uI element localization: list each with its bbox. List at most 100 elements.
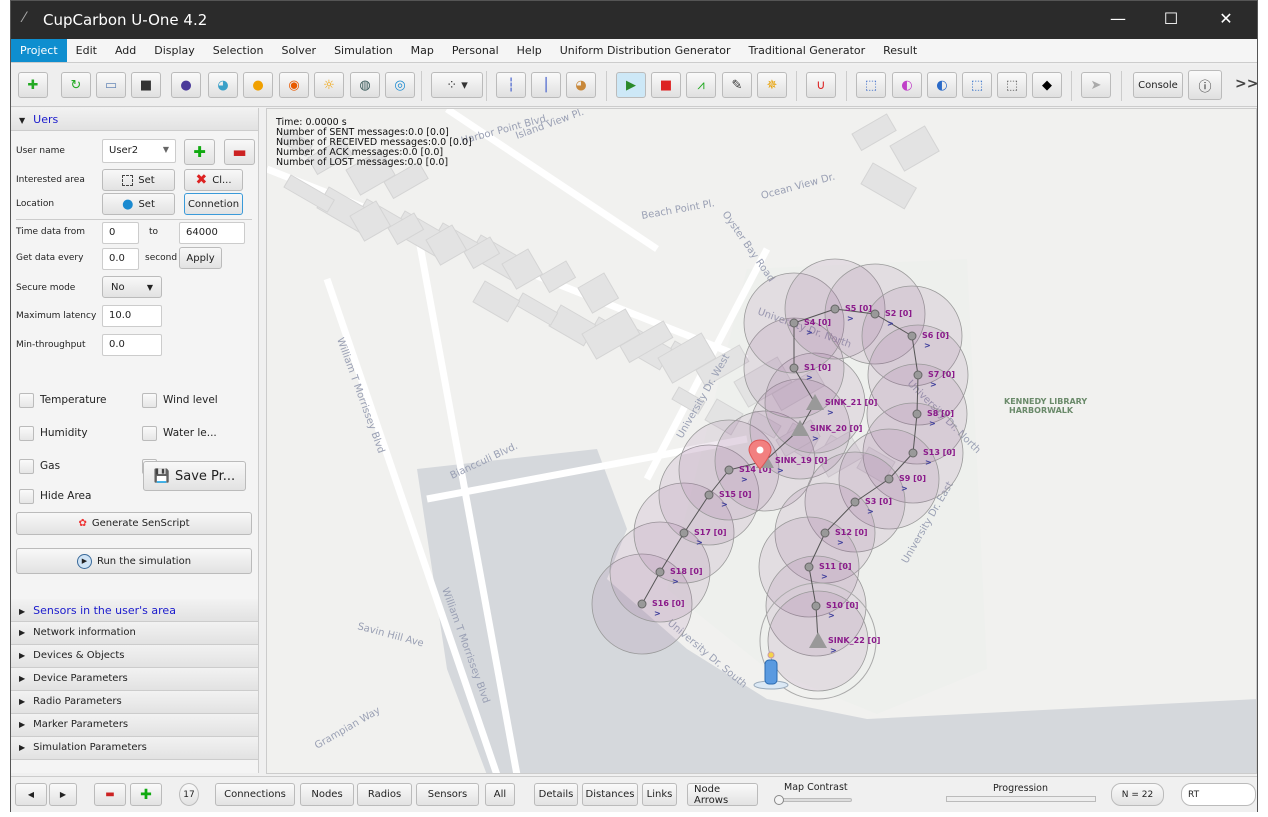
menu-add[interactable]: Add: [106, 39, 145, 62]
menu-selection[interactable]: Selection: [204, 39, 273, 62]
slider-knob[interactable]: [774, 795, 784, 805]
sensor-node[interactable]: [811, 601, 821, 611]
base-station-button[interactable]: ◍: [350, 72, 380, 98]
generate-senscript-button[interactable]: ✿ Generate SenScript: [16, 512, 252, 535]
map-contrast-slider[interactable]: [774, 795, 852, 805]
sensor-node-button[interactable]: ●: [171, 72, 201, 98]
section-header[interactable]: ▶ Simulation Parameters: [11, 737, 258, 760]
sensor-node[interactable]: [912, 409, 922, 419]
console-button[interactable]: Console: [1133, 72, 1183, 98]
sensor-node[interactable]: [830, 304, 840, 314]
magnet-button[interactable]: ∪: [806, 72, 836, 98]
magic-wand-button[interactable]: ✵: [757, 72, 787, 98]
select-dashed-button[interactable]: ⬚: [997, 72, 1027, 98]
minimize-button[interactable]: —: [1103, 9, 1133, 28]
maximize-button[interactable]: ☐: [1156, 9, 1186, 28]
sensor-node[interactable]: [679, 528, 689, 538]
map-view[interactable]: William T Morrissey Blvd William T Morris…: [266, 108, 1257, 774]
menu-map[interactable]: Map: [402, 39, 443, 62]
section-header[interactable]: ▶ Sensors in the user's area: [11, 599, 258, 622]
sensor-node[interactable]: [789, 318, 799, 328]
sensor-node[interactable]: [655, 567, 665, 577]
checkbox-hide-area[interactable]: [19, 489, 34, 504]
section-header[interactable]: ▶ Marker Parameters: [11, 714, 258, 737]
menu-traditional-generator[interactable]: Traditional Generator: [740, 39, 875, 62]
remove-user-button[interactable]: ▬: [224, 139, 255, 165]
clear-area-button[interactable]: ✖ Cl...: [184, 169, 243, 191]
leaf-button[interactable]: ◆: [1032, 72, 1062, 98]
menu-personal[interactable]: Personal: [443, 39, 508, 62]
select-mobile-button[interactable]: ◐: [892, 72, 922, 98]
section-header[interactable]: ▶ Devices & Objects: [11, 645, 258, 668]
sensor-node[interactable]: [908, 448, 918, 458]
run-button[interactable]: ▶: [616, 72, 646, 98]
gas-node-button[interactable]: ●: [243, 72, 273, 98]
route-line-button[interactable]: │: [531, 72, 561, 98]
menu-edit[interactable]: Edit: [67, 39, 106, 62]
add-project-button[interactable]: ✚: [18, 72, 48, 98]
close-button[interactable]: ✕: [1211, 9, 1241, 28]
connection-button[interactable]: Connetion: [184, 193, 243, 215]
sensor-node[interactable]: [789, 363, 799, 373]
checkbox-water-le-[interactable]: [142, 426, 157, 441]
next-button[interactable]: ▶: [49, 783, 77, 806]
time-from-input[interactable]: 0: [102, 222, 139, 244]
random-dots-button[interactable]: ⁘ ▾: [431, 72, 483, 98]
menu-uniform-distribution-generator[interactable]: Uniform Distribution Generator: [551, 39, 740, 62]
run-simulation-button[interactable]: ▶ Run the simulation: [16, 548, 252, 574]
sensor-node[interactable]: [724, 465, 734, 475]
rt-field[interactable]: RT: [1181, 783, 1256, 806]
checkbox-gas[interactable]: [19, 459, 34, 474]
checkbox-temperature[interactable]: [19, 393, 34, 408]
sensor-node[interactable]: [820, 528, 830, 538]
section-header[interactable]: ▶ Device Parameters: [11, 668, 258, 691]
section-header[interactable]: ▶ Network information: [11, 622, 258, 645]
secure-mode-select[interactable]: No ▼: [102, 276, 162, 298]
interested-area-set-button[interactable]: Set: [102, 169, 175, 191]
route-dotted-button[interactable]: ┆: [496, 72, 526, 98]
weather-button[interactable]: ☼: [314, 72, 344, 98]
sensor-node[interactable]: [907, 331, 917, 341]
sensor-node[interactable]: [884, 474, 894, 484]
sensor-node[interactable]: [850, 497, 860, 507]
menu-solver[interactable]: Solver: [273, 39, 326, 62]
add-button[interactable]: ✚: [130, 783, 162, 806]
add-user-button[interactable]: ✚: [184, 139, 215, 165]
remove-button[interactable]: ▬: [94, 783, 126, 806]
min-throughput-input[interactable]: 0.0: [102, 334, 162, 356]
map-canvas[interactable]: William T Morrissey BlvdWilliam T Morris…: [267, 109, 1257, 774]
checkbox-wind-level[interactable]: [142, 393, 157, 408]
sensor-node[interactable]: [913, 370, 923, 380]
menu-display[interactable]: Display: [145, 39, 204, 62]
menu-simulation[interactable]: Simulation: [325, 39, 402, 62]
menu-project[interactable]: Project: [11, 39, 67, 62]
pie-button[interactable]: ◕: [566, 72, 596, 98]
time-to-input[interactable]: 64000: [179, 222, 245, 244]
toggle-sensors[interactable]: Sensors: [416, 783, 479, 806]
checkbox-humidity[interactable]: [19, 426, 34, 441]
user-name-select[interactable]: User2 ▼: [102, 139, 176, 163]
sensor-node[interactable]: [804, 562, 814, 572]
select-sensor-button[interactable]: ◐: [927, 72, 957, 98]
section-header[interactable]: ▶ Radio Parameters: [11, 691, 258, 714]
toggle-all[interactable]: All: [485, 783, 515, 806]
edit-button[interactable]: ✎: [722, 72, 752, 98]
info-button[interactable]: ⓘ: [1188, 70, 1222, 100]
users-section-header[interactable]: ▼ Uers: [11, 108, 258, 131]
media-node-button[interactable]: ◉: [279, 72, 309, 98]
save-button[interactable]: ■: [131, 72, 161, 98]
more-tools-button[interactable]: >>: [1235, 76, 1258, 92]
router-button[interactable]: ◎: [385, 72, 415, 98]
toggle-radios[interactable]: Radios: [357, 783, 412, 806]
toggle-connections[interactable]: Connections: [215, 783, 295, 806]
select-area-button[interactable]: ⬚: [962, 72, 992, 98]
cursor-button[interactable]: ➤: [1081, 72, 1111, 98]
sensor-node[interactable]: [870, 309, 880, 319]
menu-result[interactable]: Result: [874, 39, 926, 62]
toggle-distances[interactable]: Distances: [582, 783, 638, 806]
folder-button[interactable]: ▭: [96, 72, 126, 98]
max-latency-input[interactable]: 10.0: [102, 305, 162, 327]
toggle-details[interactable]: Details: [534, 783, 578, 806]
mobile-node-button[interactable]: ◕: [208, 72, 238, 98]
toggle-nodes[interactable]: Nodes: [300, 783, 354, 806]
